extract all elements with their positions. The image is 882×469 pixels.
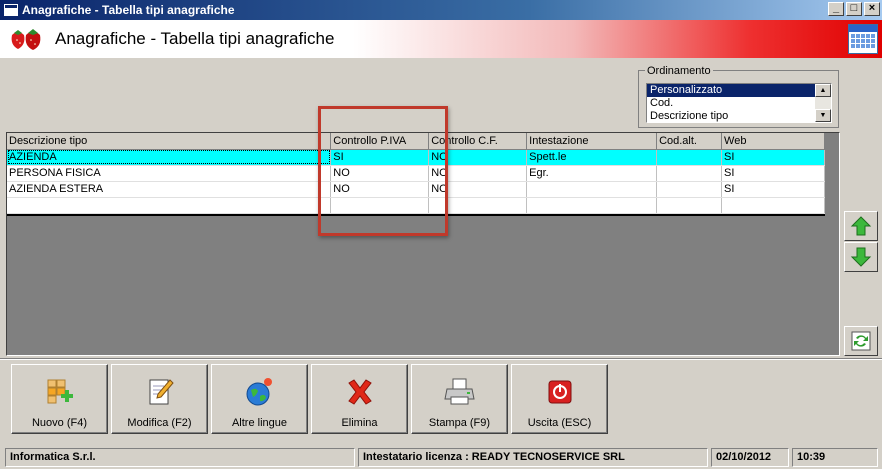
edit-button-label: Modifica (F2) [127, 417, 192, 429]
app-window-icon [4, 4, 18, 16]
column-header-description[interactable]: Descrizione tipo [7, 133, 332, 150]
status-license: Intestatario licenza : READY TECNOSERVIC… [358, 448, 708, 467]
table-cell[interactable] [656, 165, 723, 182]
table-row[interactable]: PERSONA FISICA NO NO Egr. SI [7, 165, 825, 182]
new-button[interactable]: Nuovo (F4) [11, 364, 108, 434]
ordering-option[interactable]: Cod. [647, 97, 815, 110]
status-date: 02/10/2012 [711, 448, 789, 467]
other-languages-button[interactable]: Altre lingue [211, 364, 308, 434]
print-button-label: Stampa (F9) [428, 417, 491, 429]
edit-button[interactable]: Modifica (F2) [111, 364, 208, 434]
ordering-option[interactable]: Personalizzato [647, 84, 815, 97]
maximize-button[interactable]: □ [846, 2, 862, 16]
column-header-heading[interactable]: Intestazione [526, 133, 658, 150]
table-cell[interactable]: NO [330, 165, 430, 182]
table-cell[interactable] [526, 181, 658, 198]
ordering-groupbox: Ordinamento Personalizzato Cod. Descrizi… [638, 65, 839, 128]
window-titlebar: Anagrafiche - Tabella tipi anagrafiche _… [0, 0, 882, 20]
window-controls: _ □ × [828, 2, 880, 16]
table-cell[interactable]: SI [330, 149, 430, 166]
table-row[interactable]: AZIENDA ESTERA NO NO SI [7, 181, 825, 198]
status-company: Informatica S.r.l. [5, 448, 355, 467]
exit-button-label: Uscita (ESC) [527, 417, 592, 429]
table-cell[interactable]: NO [428, 149, 528, 166]
types-table: Descrizione tipo Controllo P.IVA Control… [7, 133, 825, 214]
new-button-label: Nuovo (F4) [31, 417, 88, 429]
table-cell[interactable] [656, 149, 723, 166]
scroll-up-arrow-icon[interactable]: ▲ [815, 84, 831, 97]
types-grid[interactable]: Descrizione tipo Controllo P.IVA Control… [6, 132, 840, 356]
arrow-down-icon [850, 247, 872, 267]
table-cell[interactable]: Egr. [526, 165, 658, 182]
ordering-listbox[interactable]: Personalizzato Cod. Descrizione tipo ▲ ▼ [646, 83, 832, 123]
printer-icon [443, 378, 475, 405]
column-header-fiscal-code-check[interactable]: Controllo C.F. [428, 133, 528, 150]
move-down-button[interactable] [844, 242, 878, 272]
column-header-web[interactable]: Web [721, 133, 825, 150]
delete-button[interactable]: Elimina [311, 364, 408, 434]
table-cell[interactable]: AZIENDA [7, 149, 332, 166]
scroll-down-arrow-icon[interactable]: ▼ [815, 109, 831, 122]
other-languages-button-label: Altre lingue [231, 417, 288, 429]
table-header-row: Descrizione tipo Controllo P.IVA Control… [7, 133, 825, 150]
column-header-alt-code[interactable]: Cod.alt. [656, 133, 723, 150]
strawberries-icon [11, 29, 41, 50]
table-cell[interactable]: NO [428, 181, 528, 198]
status-time: 10:39 [792, 448, 878, 467]
page-title: Anagrafiche - Tabella tipi anagrafiche [55, 29, 335, 48]
delete-x-icon [347, 379, 372, 405]
table-cell[interactable]: SI [721, 149, 825, 166]
table-cell[interactable] [656, 181, 723, 198]
window-title: Anagrafiche - Tabella tipi anagrafiche [22, 3, 235, 17]
refresh-button[interactable] [844, 326, 878, 356]
table-row[interactable]: AZIENDA SI NO Spett.le SI [7, 149, 825, 166]
table-cell[interactable]: Spett.le [526, 149, 658, 166]
ordering-scrollbar[interactable]: ▲ ▼ [815, 84, 831, 122]
close-button[interactable]: × [864, 2, 880, 16]
status-bar: Informatica S.r.l. Intestatario licenza … [0, 446, 882, 469]
edit-pencil-icon [149, 379, 174, 405]
arrow-up-icon [850, 216, 872, 236]
print-button[interactable]: Stampa (F9) [411, 364, 508, 434]
table-cell[interactable]: SI [721, 181, 825, 198]
table-cell[interactable]: PERSONA FISICA [7, 165, 332, 182]
delete-button-label: Elimina [341, 417, 378, 429]
ordering-option[interactable]: Descrizione tipo [647, 110, 815, 123]
ordering-legend: Ordinamento [645, 65, 713, 77]
exit-button[interactable]: Uscita (ESC) [511, 364, 608, 434]
new-record-icon [47, 379, 73, 404]
minimize-button[interactable]: _ [828, 2, 844, 16]
calendar-grid-icon[interactable] [848, 24, 878, 54]
refresh-icon [851, 331, 871, 351]
table-cell[interactable]: SI [721, 165, 825, 182]
globe-icon [246, 378, 272, 406]
move-up-button[interactable] [844, 211, 878, 241]
power-off-icon [548, 380, 571, 404]
table-row-empty[interactable] [7, 197, 825, 214]
table-cell[interactable]: AZIENDA ESTERA [7, 181, 332, 198]
header-banner: Anagrafiche - Tabella tipi anagrafiche [0, 20, 882, 58]
toolbar-separator [0, 358, 882, 360]
grid-divider [7, 214, 825, 216]
column-header-vat-check[interactable]: Controllo P.IVA [330, 133, 430, 150]
table-cell[interactable]: NO [428, 165, 528, 182]
table-cell[interactable]: NO [330, 181, 430, 198]
